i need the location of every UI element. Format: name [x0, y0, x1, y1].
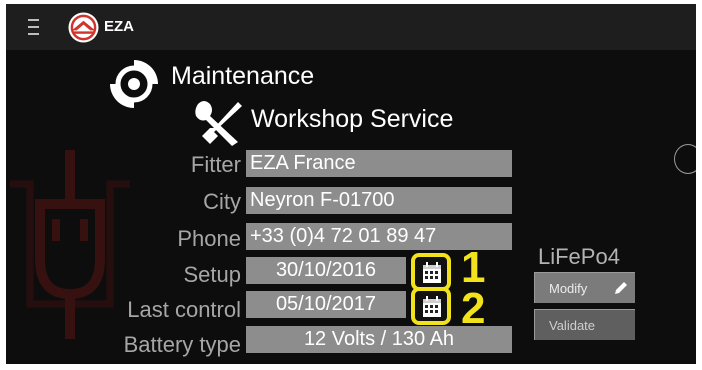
scroll-handle[interactable]: [674, 144, 696, 174]
setup-calendar-button[interactable]: [411, 253, 451, 291]
battery-watermark-icon: [10, 150, 130, 339]
app-title: EZA: [104, 18, 134, 35]
battery-type-field[interactable]: 12 Volts / 130 Ah: [246, 326, 512, 353]
tools-icon: [195, 101, 242, 146]
modify-button[interactable]: Modify: [534, 272, 635, 303]
city-field[interactable]: Neyron F-01700: [246, 187, 512, 214]
eza-logo-icon: [68, 12, 99, 43]
fitter-field[interactable]: EZA France: [246, 150, 512, 177]
calendar-icon: [423, 262, 441, 283]
phone-label: Phone: [177, 226, 241, 251]
pencil-icon: [615, 282, 627, 294]
app-screen: EZA Maintenance Workshop Service Fitter …: [6, 4, 696, 364]
modify-button-label: Modify: [549, 281, 588, 296]
last-control-calendar-button[interactable]: [411, 287, 451, 325]
workshop-service-title: Workshop Service: [251, 105, 454, 133]
city-label: City: [203, 189, 241, 214]
calendar-icon: [423, 296, 441, 317]
battery-type-label: Battery type: [123, 332, 241, 357]
last-control-label: Last control: [127, 297, 241, 322]
annotation-number-2: 2: [461, 284, 486, 333]
validate-button[interactable]: Validate: [534, 309, 635, 340]
sync-gear-icon: [110, 60, 158, 108]
setup-date-field[interactable]: 30/10/2016: [246, 257, 406, 284]
validate-button-label: Validate: [549, 318, 596, 333]
setup-label: Setup: [183, 262, 242, 287]
hamburger-menu-icon[interactable]: [28, 19, 39, 35]
fitter-label: Fitter: [190, 152, 241, 177]
last-control-date-field[interactable]: 05/10/2017: [246, 291, 406, 318]
battery-chemistry-label: LiFePo4: [538, 244, 620, 269]
maintenance-title: Maintenance: [171, 62, 315, 90]
top-bar: EZA: [6, 4, 696, 50]
